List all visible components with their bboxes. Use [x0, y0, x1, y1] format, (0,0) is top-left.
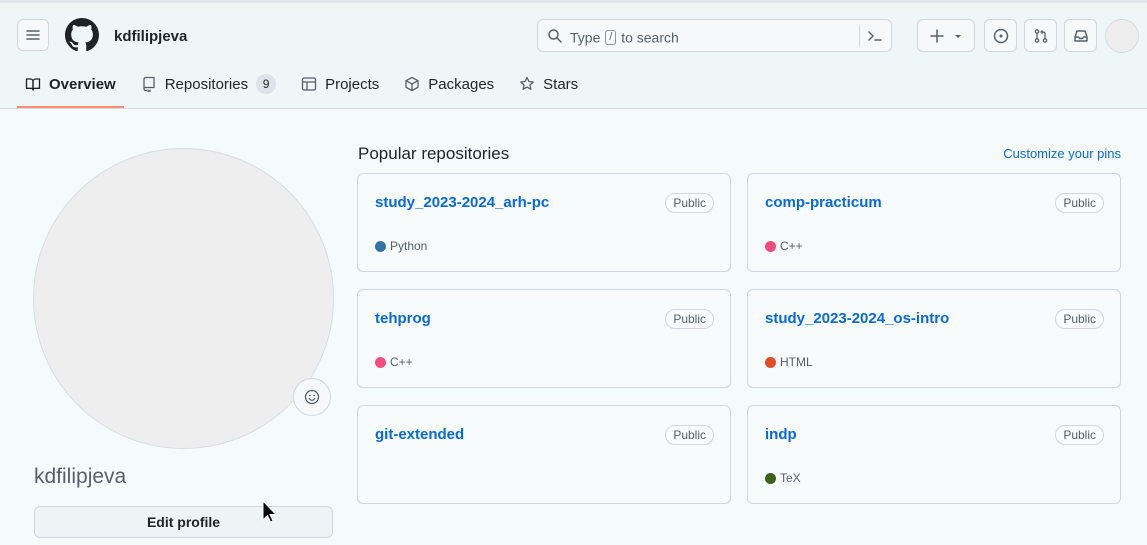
smiley-icon: [304, 389, 320, 405]
repo-language: TeX: [765, 471, 801, 485]
tab-stars-label: Stars: [543, 75, 579, 93]
profile-username: kdfilipjeva: [34, 465, 127, 488]
search-placeholder: Type / to search: [570, 28, 679, 45]
top-header: kdfilipjeva Type / to search Overview Re…: [0, 0, 1147, 109]
language-color-dot: [375, 240, 386, 252]
language-color-dot: [375, 356, 386, 368]
repo-name-link[interactable]: git-extended: [375, 426, 464, 443]
language-color-dot: [765, 472, 776, 484]
mouse-cursor-icon: [262, 500, 276, 523]
visibility-badge: Public: [665, 425, 714, 445]
tab-projects-label: Projects: [325, 75, 380, 93]
hamburger-icon: [26, 30, 40, 40]
set-status-button[interactable]: [293, 378, 331, 416]
tab-overview-label: Overview: [49, 75, 116, 93]
visibility-badge: Public: [1055, 193, 1104, 213]
inbox-button[interactable]: [1064, 19, 1097, 52]
repo-card: indp Public TeX: [747, 405, 1121, 504]
profile-avatar[interactable]: [33, 148, 334, 449]
repo-card: tehprog Public C++: [357, 289, 731, 388]
user-avatar-button[interactable]: [1105, 19, 1139, 53]
repo-language-label: HTML: [780, 355, 813, 369]
command-palette-button[interactable]: [859, 25, 891, 47]
tab-stars[interactable]: Stars: [511, 66, 586, 102]
language-color-dot: [765, 356, 776, 368]
tab-packages-label: Packages: [428, 75, 495, 93]
edit-profile-button[interactable]: Edit profile: [34, 506, 333, 538]
customize-pins-link[interactable]: Customize your pins: [1003, 146, 1121, 161]
repo-card: comp-practicum Public C++: [747, 173, 1121, 272]
repo-card: study_2023-2024_os-intro Public HTML: [747, 289, 1121, 388]
language-color-dot: [765, 240, 776, 252]
repo-language-label: Python: [390, 239, 428, 253]
search-shortcut-key: /: [605, 29, 617, 45]
repo-card: git-extended Public: [357, 405, 731, 504]
issue-opened-icon: [993, 28, 1008, 43]
github-logo-icon[interactable]: [65, 18, 99, 52]
repo-name-link[interactable]: study_2023-2024_arh-pc: [375, 194, 549, 211]
search-placeholder-prefix: Type: [570, 29, 601, 46]
repo-language: C++: [375, 355, 413, 369]
header-username-link[interactable]: kdfilipjeva: [114, 28, 187, 45]
issues-button[interactable]: [984, 19, 1017, 52]
star-icon: [520, 76, 535, 90]
search-placeholder-suffix: to search: [621, 29, 679, 46]
book-icon: [25, 78, 41, 91]
tab-repositories-label: Repositories: [164, 75, 249, 93]
triangle-down-icon: [955, 34, 961, 38]
terminal-icon: [868, 31, 882, 41]
table-icon: [301, 77, 317, 91]
repo-language: HTML: [765, 355, 813, 369]
hamburger-menu-button[interactable]: [17, 19, 49, 51]
git-pull-request-icon: [1034, 28, 1047, 43]
repo-card: study_2023-2024_arh-pc Public Python: [357, 173, 731, 272]
repo-name-link[interactable]: indp: [765, 426, 797, 443]
repo-language: Python: [375, 239, 427, 253]
tab-packages[interactable]: Packages: [396, 66, 502, 102]
pull-requests-button[interactable]: [1024, 19, 1057, 52]
visibility-badge: Public: [1055, 309, 1104, 329]
repo-name-link[interactable]: tehprog: [375, 310, 431, 327]
repo-name-link[interactable]: comp-practicum: [765, 194, 882, 211]
search-icon: [548, 29, 562, 43]
repo-language: C++: [765, 239, 803, 253]
repo-language-label: C++: [390, 355, 413, 369]
visibility-badge: Public: [665, 309, 714, 329]
tab-overview[interactable]: Overview: [17, 66, 124, 108]
tab-repositories[interactable]: Repositories 9: [133, 66, 284, 102]
inbox-icon: [1073, 29, 1088, 42]
package-icon: [405, 76, 419, 92]
repo-language-label: TeX: [780, 471, 801, 485]
repo-language-label: C++: [780, 239, 803, 253]
visibility-badge: Public: [1055, 425, 1104, 445]
popular-repositories-heading: Popular repositories: [358, 144, 510, 163]
repo-name-link[interactable]: study_2023-2024_os-intro: [765, 310, 949, 327]
repositories-count-badge: 9: [256, 74, 277, 94]
tab-projects[interactable]: Projects: [293, 66, 387, 102]
search-input[interactable]: Type / to search: [537, 19, 892, 52]
window-top-edge: [0, 0, 1147, 3]
plus-icon: [930, 28, 944, 43]
profile-tabs: Overview Repositories 9 Projects Package…: [17, 66, 595, 108]
repo-icon: [143, 76, 155, 92]
visibility-badge: Public: [665, 193, 714, 213]
create-new-button[interactable]: [917, 19, 975, 52]
